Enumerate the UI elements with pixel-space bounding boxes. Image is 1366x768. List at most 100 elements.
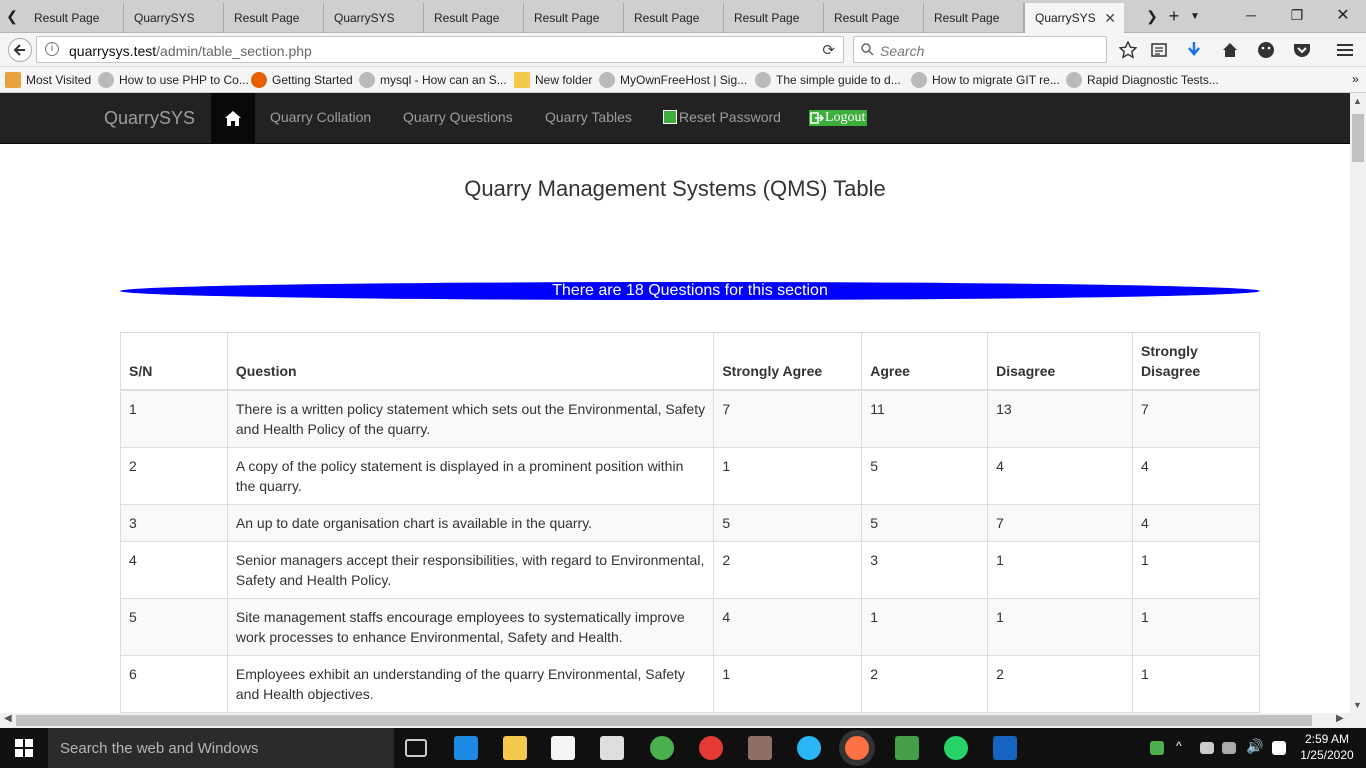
word-icon[interactable] bbox=[993, 736, 1017, 760]
logout-button[interactable]: Logout bbox=[809, 110, 868, 126]
nav-quarry-tables[interactable]: Quarry Tables bbox=[545, 109, 632, 125]
cell-strongly-disagree: 1 bbox=[1132, 598, 1260, 656]
battery-icon[interactable] bbox=[1200, 742, 1214, 754]
taskbar-search[interactable]: Search the web and Windows bbox=[48, 728, 394, 768]
mail-icon[interactable] bbox=[600, 736, 624, 760]
bookmark-item[interactable]: Getting Started bbox=[251, 72, 353, 88]
bookmark-item[interactable]: mysql - How can an S... bbox=[359, 72, 507, 88]
browser-tab[interactable]: Result Page bbox=[424, 3, 524, 33]
browser-tab[interactable]: QuarrySYS bbox=[124, 3, 224, 33]
start-button[interactable] bbox=[0, 728, 48, 768]
close-tab-icon[interactable]: ✕ bbox=[1104, 10, 1116, 27]
column-header-strongly-agree: Strongly Agree bbox=[713, 332, 863, 391]
bookmarks-overflow-icon[interactable]: » bbox=[1352, 72, 1359, 86]
action-center-icon[interactable] bbox=[1272, 741, 1286, 755]
responses-table: S/N Question Strongly Agree Agree Disagr… bbox=[120, 332, 1260, 713]
pocket-icon[interactable] bbox=[1292, 40, 1312, 60]
download-icon[interactable] bbox=[1184, 40, 1204, 60]
reading-list-icon[interactable] bbox=[1149, 40, 1169, 60]
info-icon[interactable]: i bbox=[45, 42, 59, 56]
browser-tab[interactable]: Result Page bbox=[24, 3, 124, 33]
chrome-icon[interactable] bbox=[650, 736, 674, 760]
back-arrow-icon[interactable] bbox=[8, 38, 32, 62]
cell-sn: 5 bbox=[120, 598, 228, 656]
cell-strongly-agree: 4 bbox=[713, 598, 863, 656]
whatsapp-icon[interactable] bbox=[944, 736, 968, 760]
reload-icon[interactable]: ⟳ bbox=[822, 41, 835, 59]
bookmark-item[interactable]: How to use PHP to Co... bbox=[98, 72, 249, 88]
emoji-icon[interactable] bbox=[1256, 40, 1276, 60]
edit-icon bbox=[663, 110, 677, 124]
cell-question: Employees exhibit an understanding of th… bbox=[226, 655, 715, 713]
tab-list-chevron-icon[interactable]: ▼ bbox=[1186, 4, 1204, 28]
vertical-scroll-thumb[interactable] bbox=[1352, 114, 1364, 162]
browser-tab[interactable]: Result Page bbox=[724, 3, 824, 33]
cell-disagree: 4 bbox=[987, 447, 1134, 505]
scroll-right-icon[interactable]: ▶ bbox=[1336, 713, 1344, 724]
bookmark-item[interactable]: The simple guide to d... bbox=[755, 72, 901, 88]
cell-strongly-agree: 1 bbox=[713, 655, 863, 713]
globe-icon bbox=[98, 72, 114, 88]
network-tray-icon[interactable] bbox=[1150, 741, 1164, 755]
browser-tab-active[interactable]: QuarrySYS ✕ bbox=[1024, 3, 1124, 33]
question-count-banner: There are 18 Questions for this section bbox=[120, 282, 1260, 300]
sublime-text-icon[interactable] bbox=[748, 736, 772, 760]
url-bar[interactable]: i quarrysys.test/admin/table_section.php… bbox=[36, 36, 844, 63]
restore-icon[interactable]: ❐ bbox=[1274, 0, 1320, 30]
scroll-down-icon[interactable]: ▼ bbox=[1353, 700, 1362, 710]
browser-tab[interactable]: Result Page bbox=[524, 3, 624, 33]
cell-strongly-agree: 2 bbox=[713, 541, 863, 599]
bookmark-item[interactable]: Rapid Diagnostic Tests... bbox=[1066, 72, 1219, 88]
minimize-icon[interactable]: ─ bbox=[1228, 0, 1274, 30]
app-icon[interactable] bbox=[797, 736, 821, 760]
cell-agree: 3 bbox=[861, 541, 989, 599]
globe-icon bbox=[755, 72, 771, 88]
taskbar-clock[interactable]: 2:59 AM 1/25/2020 bbox=[1296, 731, 1358, 763]
nav-reset-password[interactable]: Reset Password bbox=[663, 109, 781, 125]
hotspot-icon[interactable] bbox=[895, 736, 919, 760]
nav-quarry-questions[interactable]: Quarry Questions bbox=[403, 109, 513, 125]
firefox-taskbar-icon[interactable] bbox=[845, 736, 869, 760]
browser-tab[interactable]: Result Page bbox=[224, 3, 324, 33]
horizontal-scroll-thumb[interactable] bbox=[16, 715, 1312, 726]
app-navbar: QuarrySYS Quarry Collation Quarry Questi… bbox=[0, 93, 1350, 144]
store-icon[interactable] bbox=[551, 736, 575, 760]
bookmark-most-visited[interactable]: Most Visited bbox=[5, 72, 91, 88]
cell-question: A copy of the policy statement is displa… bbox=[226, 447, 715, 505]
bookmark-star-icon[interactable] bbox=[1118, 40, 1138, 60]
bookmark-item[interactable]: MyOwnFreeHost | Sig... bbox=[599, 72, 747, 88]
new-tab-icon[interactable]: + bbox=[1164, 4, 1184, 28]
menu-hamburger-icon[interactable] bbox=[1335, 40, 1355, 60]
edge-icon[interactable] bbox=[454, 736, 478, 760]
home-icon[interactable] bbox=[1220, 40, 1240, 60]
volume-icon[interactable]: 🔊 bbox=[1246, 738, 1263, 755]
browser-tab[interactable]: Result Page bbox=[624, 3, 724, 33]
cell-sn: 1 bbox=[120, 389, 228, 448]
opera-icon[interactable] bbox=[699, 736, 723, 760]
scroll-left-icon[interactable]: ◀ bbox=[4, 713, 12, 724]
logout-icon bbox=[810, 112, 824, 124]
tab-scroll-right-icon[interactable]: ❯ bbox=[1143, 4, 1161, 28]
search-field[interactable]: Search bbox=[853, 36, 1107, 63]
tab-scroll-left-icon[interactable]: ❮ bbox=[2, 4, 22, 28]
bookmark-item[interactable]: New folder bbox=[514, 72, 592, 88]
cell-disagree: 2 bbox=[987, 655, 1134, 713]
brand-logo[interactable]: QuarrySYS bbox=[104, 108, 195, 129]
browser-tab[interactable]: Result Page bbox=[924, 3, 1024, 33]
cell-disagree: 1 bbox=[987, 541, 1134, 599]
window-close-icon[interactable]: ✕ bbox=[1320, 0, 1366, 30]
globe-icon bbox=[1066, 72, 1082, 88]
browser-tab[interactable]: QuarrySYS bbox=[324, 3, 424, 33]
wifi-off-icon[interactable] bbox=[1222, 742, 1236, 754]
show-hidden-icons-chevron-icon[interactable]: ^ bbox=[1176, 739, 1182, 753]
vertical-scrollbar[interactable]: ▲ ▼ bbox=[1350, 93, 1366, 713]
task-view-icon[interactable] bbox=[405, 739, 427, 757]
folder-icon bbox=[514, 72, 530, 88]
home-nav-button[interactable] bbox=[211, 93, 255, 144]
scroll-up-icon[interactable]: ▲ bbox=[1353, 96, 1362, 106]
nav-quarry-collation[interactable]: Quarry Collation bbox=[270, 109, 371, 125]
horizontal-scrollbar[interactable]: ◀ ▶ bbox=[0, 713, 1366, 728]
file-explorer-icon[interactable] bbox=[503, 736, 527, 760]
bookmark-item[interactable]: How to migrate GIT re... bbox=[911, 72, 1060, 88]
browser-tab[interactable]: Result Page bbox=[824, 3, 924, 33]
